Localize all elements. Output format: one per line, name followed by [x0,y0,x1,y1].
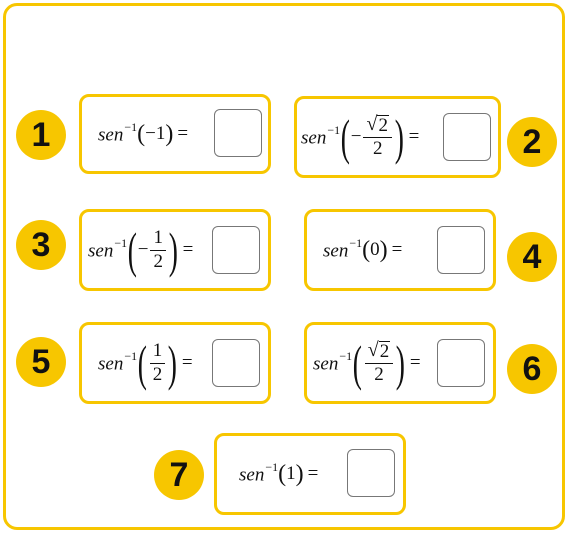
numerator: 1 [149,340,166,364]
answer-box-3[interactable] [212,226,260,274]
exercise-card-6: sen−1 ( √ 2 2 ) = [304,322,496,404]
equals-sign: = [181,352,193,373]
denominator: 2 [372,138,383,159]
exercise-number: 2 [522,122,542,161]
exercise-card-5: sen−1 ( 1 2 ) = [79,322,271,404]
function-name: sen−1 [239,459,279,486]
exercise-number-badge: 1 [16,110,66,160]
argument: 1 [286,463,296,484]
numerator: 2 [377,115,389,137]
answer-box-1[interactable] [214,109,262,157]
numerator: 1 [150,227,166,251]
exercise-card-1: sen−1 (−1) = [79,94,271,174]
exercise-number-badge: 4 [507,232,557,282]
sign: − [137,239,149,260]
exercise-card-3: sen−1 ( − 1 2 ) = [79,209,271,291]
answer-box-7[interactable] [347,449,395,497]
argument: 0 [370,239,380,260]
answer-box-4[interactable] [437,226,485,274]
denominator: 2 [152,363,163,385]
answer-box-6[interactable] [437,339,485,387]
exercise-number-badge: 5 [16,337,66,387]
fraction: 1 2 [150,227,166,273]
function-name: sen−1 [98,348,138,375]
function-name: sen−1 [88,235,128,262]
exercise-number-badge: 2 [507,117,557,167]
function-name: sen−1 [323,235,363,262]
sign: − [350,126,362,147]
answer-box-5[interactable] [212,339,260,387]
fraction: √ 2 2 [364,340,394,386]
equals-sign: = [409,352,421,373]
exercise-number: 1 [31,115,51,154]
exercise-number: 4 [522,237,542,276]
fraction: √ 2 2 [363,114,392,160]
argument: −1 [145,123,166,144]
exercise-number: 5 [31,342,51,381]
function-name: sen−1 [301,122,341,149]
exercise-number: 6 [522,349,542,388]
exercise-card-2: sen−1 ( − √ 2 2 ) = [294,96,501,178]
exercise-number-badge: 3 [16,220,66,270]
exercise-number-badge: 6 [507,344,557,394]
answer-box-2[interactable] [443,113,491,161]
exercise-number: 3 [31,225,51,264]
exercise-card-4: sen−1 (0) = [304,209,496,291]
denominator: 2 [374,364,384,385]
equals-sign: = [182,239,194,260]
function-name: sen−1 [313,348,353,375]
exercise-number-badge: 7 [154,450,204,500]
fraction: 1 2 [149,340,166,386]
equals-sign: = [391,239,403,260]
exercise-number: 7 [169,455,189,494]
function-name: sen−1 [98,119,138,146]
numerator: 2 [378,341,391,363]
equals-sign: = [408,126,420,147]
exercise-card-7: sen−1 (1) = [214,433,406,515]
denominator: 2 [153,250,163,272]
equals-sign: = [177,123,189,144]
equals-sign: = [307,463,319,484]
